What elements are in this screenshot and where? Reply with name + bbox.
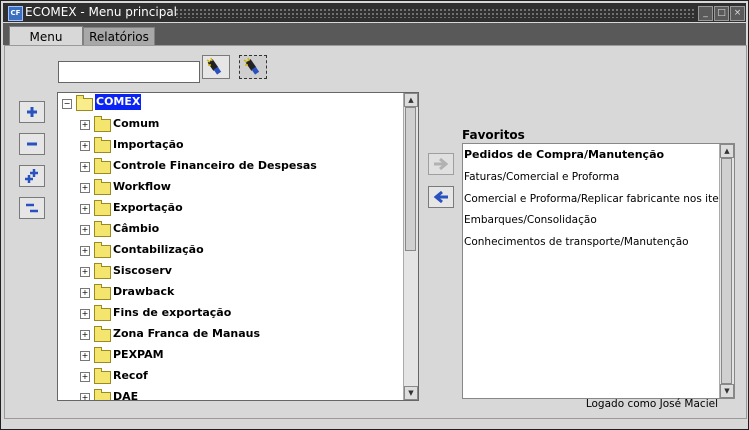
logged-user-status: Logado como José Maciel — [585, 398, 718, 410]
collapse-all-icon — [26, 203, 38, 213]
tree-item-label: Zona Franca de Manaus — [113, 327, 261, 340]
favorites-scrollbar[interactable]: ▲ ▼ — [719, 144, 734, 398]
tree-expand-toggle[interactable]: + — [80, 309, 90, 319]
folder-open-icon — [76, 95, 93, 111]
remove-favorite-button[interactable] — [428, 186, 454, 208]
flashlight-icon — [206, 57, 222, 75]
collapse-all-button[interactable] — [19, 197, 45, 219]
add-favorite-button[interactable] — [428, 153, 454, 175]
tree-item-label: Workflow — [113, 180, 171, 193]
menu-tree[interactable]: − COMEX + Comum + Importação + Controle Finan… — [57, 92, 419, 401]
folder-icon — [94, 389, 111, 400]
tree-expand-toggle[interactable]: + — [80, 162, 90, 172]
scroll-up-icon[interactable]: ▲ — [404, 93, 418, 107]
arrow-right-icon — [434, 157, 449, 171]
folder-icon — [94, 116, 111, 132]
favorite-item[interactable]: Comercial e Proforma/Replicar fabricante… — [464, 190, 734, 208]
collapse-button[interactable] — [19, 133, 45, 155]
tree-expand-toggle[interactable]: + — [80, 183, 90, 193]
tree-item-label: Controle Financeiro de Despesas — [113, 159, 317, 172]
tree-root-label: COMEX — [95, 94, 142, 110]
collapse-icon — [27, 142, 37, 146]
scroll-down-icon[interactable]: ▼ — [720, 384, 734, 398]
expand-all-icon — [25, 169, 38, 183]
tab-relatorios[interactable]: Relatórios — [83, 27, 155, 46]
find-selected-button[interactable] — [239, 55, 267, 79]
tree-expand-toggle[interactable]: + — [80, 204, 90, 214]
close-icon[interactable]: × — [730, 6, 745, 21]
tree-expand-toggle[interactable]: + — [80, 393, 90, 400]
favorite-item[interactable]: Embarques/Consolidação — [464, 211, 597, 229]
folder-icon — [94, 221, 111, 237]
favorite-item[interactable]: Pedidos de Compra/Manutenção — [464, 146, 664, 164]
expand-all-button[interactable] — [19, 165, 45, 187]
folder-icon — [94, 305, 111, 321]
app-logo-icon: CF — [8, 6, 23, 21]
expand-button[interactable] — [19, 101, 45, 123]
tree-expand-toggle[interactable]: + — [80, 141, 90, 151]
tree-expand-toggle[interactable]: + — [80, 288, 90, 298]
scroll-thumb[interactable] — [721, 158, 732, 384]
folder-icon — [94, 137, 111, 153]
scroll-down-icon[interactable]: ▼ — [404, 386, 418, 400]
expand-icon — [27, 107, 37, 117]
favorites-label: Favoritos — [462, 128, 525, 142]
folder-icon — [94, 158, 111, 174]
tree-expand-toggle[interactable]: + — [80, 372, 90, 382]
tree-item-label: Câmbio — [113, 222, 160, 235]
folder-icon — [94, 347, 111, 363]
menu-panel: − COMEX + Comum + Importação + Controle Finan… — [4, 45, 747, 419]
tree-item-label: Drawback — [113, 285, 175, 298]
tree-item-label: Siscoserv — [113, 264, 172, 277]
tree-item-label: PEXPAM — [113, 348, 164, 361]
tree-item-label: Fins de exportação — [113, 306, 232, 319]
favorite-item[interactable]: Conhecimentos de transporte/Manutenção — [464, 233, 689, 251]
folder-icon — [94, 179, 111, 195]
tree-collapse-toggle[interactable]: − — [62, 99, 72, 109]
title-bar[interactable]: CF ECOMEX - Menu principal _ □ × — [3, 3, 746, 22]
folder-icon — [94, 200, 111, 216]
scroll-up-icon[interactable]: ▲ — [720, 144, 734, 158]
tree-item-label: Contabilização — [113, 243, 204, 256]
tab-menu[interactable]: Menu — [9, 26, 83, 47]
folder-icon — [94, 263, 111, 279]
tree-expand-toggle[interactable]: + — [80, 246, 90, 256]
tree-item-label: Recof — [113, 369, 148, 382]
tree-expand-toggle[interactable]: + — [80, 267, 90, 277]
folder-icon — [94, 368, 111, 384]
window-title: ECOMEX - Menu principal — [25, 5, 178, 19]
tree-expand-toggle[interactable]: + — [80, 351, 90, 361]
tree-expand-toggle[interactable]: + — [80, 330, 90, 340]
maximize-icon[interactable]: □ — [714, 6, 729, 21]
favorite-item[interactable]: Faturas/Comercial e Proforma — [464, 168, 619, 186]
flashlight-selected-icon — [243, 57, 260, 75]
tab-bar: Menu Relatórios — [3, 23, 746, 47]
folder-icon — [94, 242, 111, 258]
arrow-left-icon — [433, 190, 448, 204]
tree-expand-toggle[interactable]: + — [80, 120, 90, 130]
search-input[interactable] — [58, 61, 200, 83]
main-window: CF ECOMEX - Menu principal _ □ × Menu Re… — [0, 0, 749, 430]
tree-item-label: Exportação — [113, 201, 183, 214]
tree-item-label: Importação — [113, 138, 184, 151]
find-button[interactable] — [202, 55, 230, 79]
tree-item-label: DAE — [113, 390, 139, 401]
scroll-thumb[interactable] — [405, 107, 416, 251]
folder-icon — [94, 326, 111, 342]
tree-expand-toggle[interactable]: + — [80, 225, 90, 235]
folder-icon — [94, 284, 111, 300]
tree-scrollbar[interactable]: ▲ ▼ — [403, 93, 418, 400]
favorites-list[interactable]: Pedidos de Compra/Manutenção Faturas/Com… — [462, 143, 735, 399]
tree-item-label: Comum — [113, 117, 160, 130]
title-grip — [175, 8, 694, 18]
minimize-icon[interactable]: _ — [698, 6, 713, 21]
